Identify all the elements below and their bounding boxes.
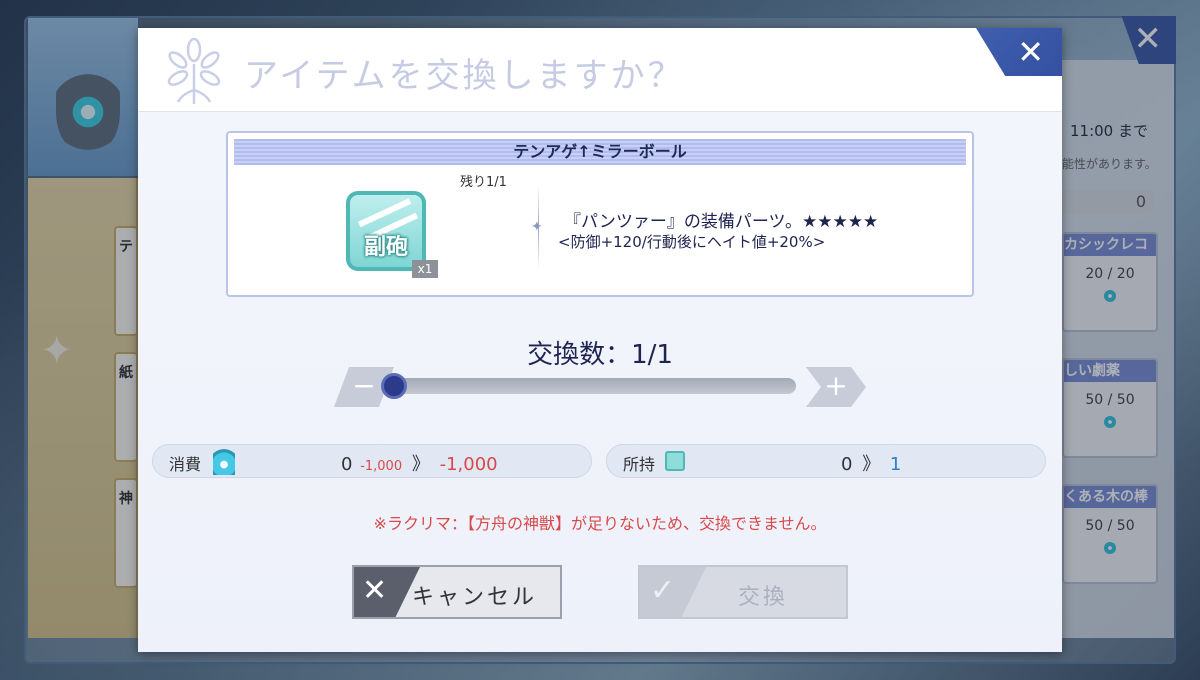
flower-emblem-icon <box>167 37 221 104</box>
consume-panel: 消費 0 -1,000 》 -1,000 <box>152 444 592 478</box>
cancel-label: キャンセル <box>412 585 538 610</box>
consume-delta: -1,000 <box>360 459 403 474</box>
dialog-title: アイテムを交換しますか？ <box>244 56 685 96</box>
exchange-button[interactable]: ✓ 交換 <box>638 565 848 619</box>
owned-panel: 所持 0 》 1 <box>606 444 1046 478</box>
consume-values: 0 -1,000 》 -1,000 <box>341 450 498 476</box>
owned-label: 所持 <box>623 455 656 474</box>
exchange-count-label: 交換数：1/1 <box>527 340 673 370</box>
owned-before: 0 <box>841 454 853 475</box>
insufficient-warning: ※ラクリマ：【方舟の神獣】が足りないため、交換できません。 <box>373 514 827 533</box>
exchange-label: 交換 <box>737 585 788 610</box>
sub-cannon-item-icon <box>665 451 685 471</box>
increase-button[interactable]: + <box>806 367 866 407</box>
item-stats: <防御+120/行動後にヘイト値+20%> <box>558 233 826 251</box>
owned-values: 0 》 1 <box>841 450 901 476</box>
slider-knob[interactable] <box>381 373 407 399</box>
consume-label: 消費 <box>169 455 202 474</box>
dialog-header: アイテムを交換しますか？ ✕ <box>138 28 1062 112</box>
quantity-slider[interactable] <box>381 373 796 399</box>
close-button[interactable]: ✕ <box>976 28 1062 76</box>
item-description: 『パンツァー』の装備パーツ。★★★★★ <box>564 212 879 232</box>
lacrima-gem-icon <box>213 449 235 475</box>
consume-after: -1,000 <box>439 454 498 475</box>
cancel-button[interactable]: ✕ キャンセル <box>352 565 562 619</box>
sub-cannon-item-icon: 副砲 <box>346 191 426 271</box>
sparkle-icon: ✦ <box>531 219 543 235</box>
consume-before: 0 <box>341 454 353 475</box>
owned-after: 1 <box>889 454 902 475</box>
quantity-badge: x1 <box>412 260 438 278</box>
arrow-icon: 》 <box>862 454 881 475</box>
close-icon: ✕ <box>1017 33 1044 71</box>
arrow-icon: 》 <box>411 454 430 475</box>
close-icon: ✕ <box>362 573 388 608</box>
remaining-stock: 残り1/1 <box>460 175 507 190</box>
item-icon-label: 副砲 <box>363 235 408 260</box>
item-name: テンアゲ↑ミラーボール <box>234 139 966 165</box>
exchange-dialog: アイテムを交換しますか？ ✕ テンアゲ↑ミラーボール 残り1/1 副砲 x1 ✦… <box>138 28 1062 652</box>
item-card: テンアゲ↑ミラーボール 残り1/1 副砲 x1 ✦ 『パンツァー』の装備パーツ。… <box>226 131 974 297</box>
